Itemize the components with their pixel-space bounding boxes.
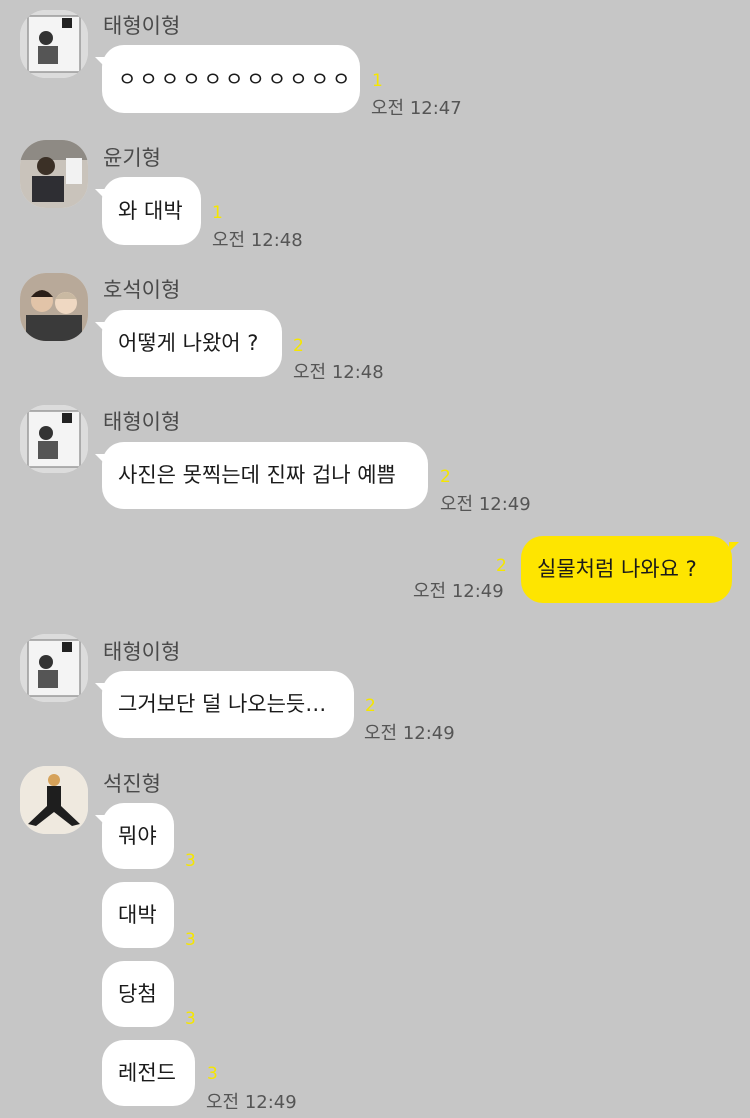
message-time: 오전 12:48 <box>212 230 303 251</box>
message-bubble[interactable]: 와 대박 <box>95 177 201 245</box>
avatar-taehyung-image <box>20 405 88 473</box>
message-time: 오전 12:49 <box>413 581 504 602</box>
unread-count: 1 <box>372 71 383 91</box>
unread-count: 3 <box>185 851 196 871</box>
unread-count: 3 <box>185 1009 196 1029</box>
unread-count: 2 <box>293 336 304 356</box>
my-message-bubble[interactable]: 실물처럼 나와요 ? <box>521 536 739 603</box>
unread-count: 1 <box>212 203 223 223</box>
avatar-hoseok[interactable] <box>20 273 88 341</box>
avatar-taehyung-image <box>20 10 88 78</box>
sender-name: 태형이형 <box>103 410 181 434</box>
sender-name: 태형이형 <box>103 640 181 664</box>
message-time: 오전 12:49 <box>364 723 455 744</box>
unread-count: 3 <box>185 930 196 950</box>
message-time: 오전 12:49 <box>440 494 531 515</box>
unread-count: 3 <box>207 1064 218 1084</box>
avatar-hoseok-image <box>20 273 88 341</box>
avatar-taehyung[interactable] <box>20 405 88 473</box>
avatar-taehyung[interactable] <box>20 634 88 702</box>
message-bubble[interactable]: 어떻게 나왔어 ? <box>95 310 282 377</box>
message-bubble[interactable]: ㅇㅇㅇㅇㅇㅇㅇㅇㅇㅇㅇ <box>95 45 360 113</box>
sender-name: 호석이형 <box>103 278 181 302</box>
message-bubble[interactable]: 뭐야 <box>95 803 174 869</box>
message-bubble[interactable]: 대박 <box>102 882 174 948</box>
message-time: 오전 12:48 <box>293 362 384 383</box>
avatar-taehyung-image <box>20 634 88 702</box>
avatar-taehyung[interactable] <box>20 10 88 78</box>
avatar-seokjin-image <box>20 766 88 834</box>
message-time: 오전 12:49 <box>206 1092 297 1113</box>
sender-name: 윤기형 <box>103 146 161 170</box>
avatar-yoongi[interactable] <box>20 140 88 208</box>
message-bubble[interactable]: 당첨 <box>102 961 174 1027</box>
message-time: 오전 12:47 <box>371 98 462 119</box>
message-bubble[interactable]: 사진은 못찍는데 진짜 겁나 예쁨 <box>95 442 428 509</box>
avatar-seokjin[interactable] <box>20 766 88 834</box>
message-bubble[interactable]: 그거보단 덜 나오는듯… <box>95 671 354 738</box>
unread-count: 2 <box>440 467 451 487</box>
avatar-yoongi-image <box>20 140 88 208</box>
sender-name: 태형이형 <box>103 14 181 38</box>
unread-count: 2 <box>365 696 376 716</box>
message-bubble[interactable]: 레전드 <box>102 1040 195 1106</box>
unread-count: 2 <box>496 556 507 576</box>
sender-name: 석진형 <box>103 772 161 796</box>
chat-screen: { "messages": [ {"sender": "태형이형", "text… <box>0 0 750 1118</box>
